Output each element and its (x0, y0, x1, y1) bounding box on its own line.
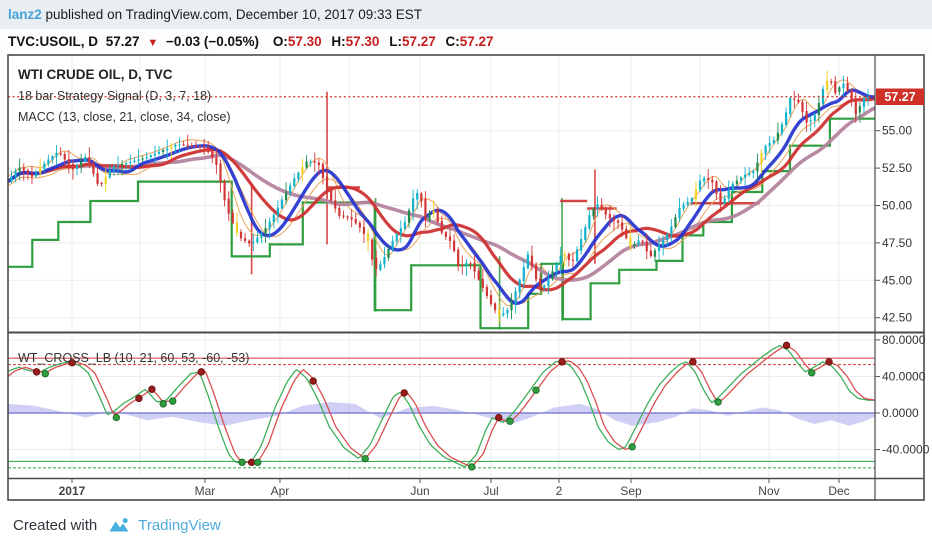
date-tick-label: Dec (828, 484, 849, 498)
main-legend-macc: MACC (13, close, 21, close, 34, close) (18, 110, 231, 124)
price-tick-label: 47.50 (882, 236, 912, 250)
date-tick-label: 2017 (59, 484, 86, 498)
oscillator-tick-label: -40.0000 (882, 443, 930, 457)
tradingview-logo-icon[interactable] (109, 517, 130, 534)
date-tick-label: 2 (556, 484, 563, 498)
oscillator-tick-label: 0.0000 (882, 406, 919, 420)
chart-canvas[interactable]: 55.00 52.50 50.00 47.50 45.00 42.50 80.0000 40.… (0, 0, 932, 550)
tradingview-brand-link[interactable]: TradingView (138, 517, 221, 534)
axes-labels[interactable]: 55.00 52.50 50.00 47.50 45.00 42.50 80.0000 40.… (59, 88, 930, 499)
price-tick-label: 45.00 (882, 273, 912, 287)
date-tick-label: Apr (271, 484, 290, 498)
oscillator-tick-label: 80.0000 (882, 333, 926, 347)
last-price-badge-text: 57.27 (884, 90, 915, 104)
date-tick-label: Mar (195, 484, 216, 498)
oscillator-legend: WT_CROSS_LB (10, 21, 60, 53, -60, -53) (18, 351, 249, 365)
price-tick-label: 42.50 (882, 311, 912, 325)
date-tick-label: Jul (483, 484, 498, 498)
date-tick-label: Sep (620, 484, 642, 498)
oscillator-tick-label: 40.0000 (882, 369, 926, 383)
snapshot-footer: Created with TradingView (0, 502, 932, 550)
main-legend-title: WTI CRUDE OIL, D, TVC (18, 67, 173, 82)
tradingview-snapshot-page: lanz2 published on TradingView.com, Dece… (0, 0, 932, 550)
price-tick-label: 55.00 (882, 124, 912, 138)
price-tick-label: 52.50 (882, 161, 912, 175)
date-tick-label: Nov (758, 484, 779, 498)
main-legend-strategy: 18 bar Strategy Signal (D, 3, 7, 18) (18, 89, 211, 103)
date-tick-label: Jun (410, 484, 429, 498)
created-with-text: Created with (13, 517, 98, 534)
price-tick-label: 50.00 (882, 199, 912, 213)
